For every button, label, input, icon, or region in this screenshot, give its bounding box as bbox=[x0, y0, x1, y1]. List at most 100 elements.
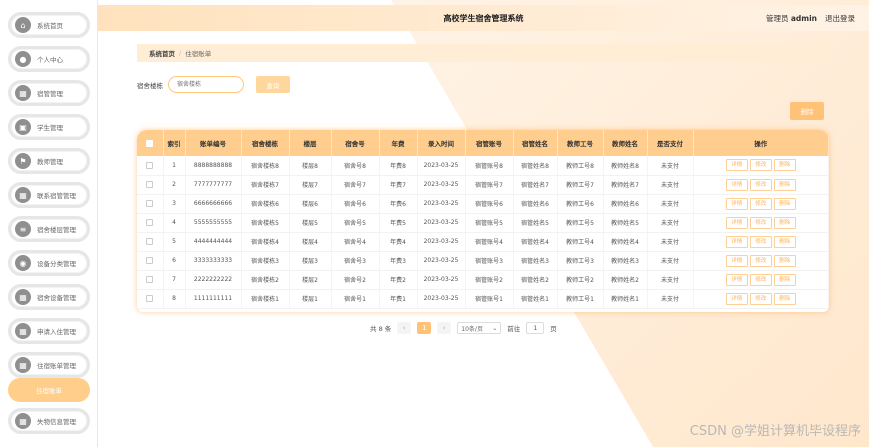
column-header: 账单编号 bbox=[185, 130, 242, 156]
goto-page-input[interactable]: 1 bbox=[526, 322, 545, 334]
edit-button[interactable]: 修改 bbox=[749, 292, 772, 305]
row-checkbox[interactable] bbox=[146, 257, 154, 264]
sidebar-item-9[interactable]: ▦ 申请入住管理 bbox=[8, 318, 90, 344]
row-select-cell[interactable] bbox=[137, 175, 164, 195]
row-select-cell[interactable] bbox=[137, 194, 164, 214]
logout-link[interactable]: 退出登录 bbox=[825, 13, 855, 24]
sidebar-item-12[interactable]: ▦ 失物信息管理 bbox=[8, 408, 90, 434]
row-checkbox[interactable] bbox=[146, 276, 154, 283]
row-checkbox[interactable] bbox=[146, 161, 154, 169]
select-all-cell[interactable] bbox=[137, 130, 164, 156]
delete-button[interactable]: 删除 bbox=[773, 178, 796, 191]
table-cell: 宿管姓名8 bbox=[513, 156, 558, 176]
table-cell: 5555555555 bbox=[185, 213, 242, 233]
sidebar-item-7[interactable]: ◉ 设备分类管理 bbox=[8, 250, 90, 276]
row-checkbox[interactable] bbox=[146, 219, 154, 226]
detail-button[interactable]: 详情 bbox=[725, 216, 748, 229]
column-header: 宿舍号 bbox=[331, 130, 380, 156]
query-button[interactable]: 查询 bbox=[256, 76, 290, 93]
breadcrumb-home[interactable]: 系统首页 bbox=[149, 48, 175, 58]
select-all-checkbox[interactable] bbox=[146, 139, 154, 147]
sidebar-item-0[interactable]: ⌂ 系统首页 bbox=[8, 12, 90, 38]
edit-button[interactable]: 修改 bbox=[749, 235, 772, 248]
table-cell: 宿管账号4 bbox=[465, 232, 514, 252]
edit-button[interactable]: 修改 bbox=[749, 216, 772, 229]
column-header: 宿管姓名 bbox=[513, 130, 558, 156]
table-row: 3 6666666666 宿舍楼栋6 楼层6 宿舍号6 年费6 2023-03-25 宿管账号… bbox=[137, 194, 829, 214]
edit-button[interactable]: 修改 bbox=[749, 273, 772, 286]
delete-button[interactable]: 删除 bbox=[773, 216, 796, 229]
detail-button[interactable]: 详情 bbox=[725, 235, 748, 248]
row-checkbox[interactable] bbox=[146, 200, 154, 207]
actions-cell: 详情 修改 删除 bbox=[693, 270, 829, 290]
edit-button[interactable]: 修改 bbox=[749, 178, 772, 191]
table-cell: 未支付 bbox=[647, 194, 694, 214]
delete-button[interactable]: 删除 bbox=[773, 197, 796, 210]
delete-button[interactable]: 删除 bbox=[773, 235, 796, 248]
row-checkbox[interactable] bbox=[146, 181, 154, 188]
app-title: 高校学生宿舍管理系统 bbox=[443, 13, 524, 23]
delete-button[interactable]: 删除 bbox=[773, 273, 796, 286]
edit-button[interactable]: 修改 bbox=[749, 254, 772, 267]
delete-button[interactable]: 删除 bbox=[773, 292, 796, 305]
breadcrumb: 系统首页 / 住宿账单 bbox=[137, 44, 829, 62]
sidebar-item-10[interactable]: ▦ 住宿账单管理 bbox=[8, 352, 90, 378]
row-select-cell[interactable] bbox=[137, 232, 164, 252]
sidebar-item-11[interactable]: 住宿账单 bbox=[8, 378, 90, 402]
edit-button[interactable]: 修改 bbox=[749, 159, 772, 172]
table-cell: 教师工号2 bbox=[557, 270, 604, 290]
row-select-cell[interactable] bbox=[137, 156, 164, 176]
delete-button[interactable]: 删除 bbox=[773, 254, 796, 267]
breadcrumb-separator: / bbox=[179, 49, 182, 57]
sidebar-item-1[interactable]: ● 个人中心 bbox=[8, 46, 90, 72]
table-cell: 未支付 bbox=[647, 232, 694, 252]
table-row: 5 4444444444 宿舍楼栋4 楼层4 宿舍号4 年费4 2023-03-25 宿管账号… bbox=[137, 232, 829, 252]
sidebar-item-5[interactable]: ▦ 联系宿管管理 bbox=[8, 182, 90, 208]
page-size-select[interactable]: 10条/页 ⌄ bbox=[457, 322, 502, 334]
batch-delete-button[interactable]: 删除 bbox=[790, 102, 824, 120]
actions-cell: 详情 修改 删除 bbox=[693, 251, 829, 271]
row-select-cell[interactable] bbox=[137, 213, 164, 233]
sidebar-item-8[interactable]: ▦ 宿舍设备管理 bbox=[8, 284, 90, 310]
search-input[interactable] bbox=[168, 76, 244, 93]
detail-button[interactable]: 详情 bbox=[725, 178, 748, 191]
row-select-cell[interactable] bbox=[137, 251, 164, 271]
delete-button[interactable]: 删除 bbox=[773, 159, 796, 172]
sidebar-item-6[interactable]: ≡ 宿舍楼层管理 bbox=[8, 216, 90, 242]
actions-cell: 详情 修改 删除 bbox=[693, 194, 829, 214]
goto-label: 前往 bbox=[507, 325, 521, 333]
detail-button[interactable]: 详情 bbox=[725, 273, 748, 286]
prev-page-button[interactable]: ‹ bbox=[397, 322, 412, 334]
next-page-button[interactable]: › bbox=[437, 322, 452, 334]
column-header: 年费 bbox=[379, 130, 418, 156]
row-select-cell[interactable] bbox=[137, 270, 164, 290]
table-cell: 未支付 bbox=[647, 175, 694, 195]
detail-button[interactable]: 详情 bbox=[725, 159, 748, 172]
table-cell: 3 bbox=[163, 194, 186, 214]
detail-button[interactable]: 详情 bbox=[725, 292, 748, 305]
table-cell: 教师工号5 bbox=[557, 213, 604, 233]
detail-button[interactable]: 详情 bbox=[725, 197, 748, 210]
row-checkbox[interactable] bbox=[146, 295, 154, 302]
table-cell: 2023-03-25 bbox=[417, 175, 466, 195]
table-cell: 6 bbox=[163, 251, 186, 271]
table-cell: 3333333333 bbox=[185, 251, 242, 271]
table-cell: 宿舍号3 bbox=[331, 251, 380, 271]
table-cell: 年费3 bbox=[379, 251, 418, 271]
column-header: 索引 bbox=[163, 130, 186, 156]
detail-button[interactable]: 详情 bbox=[725, 254, 748, 267]
sidebar-item-4[interactable]: ⚑ 教师管理 bbox=[8, 148, 90, 174]
home-icon: ⌂ bbox=[15, 17, 31, 33]
table-cell: 教师姓名6 bbox=[603, 194, 648, 214]
edit-button[interactable]: 修改 bbox=[749, 197, 772, 210]
user-role-label: 管理员 bbox=[765, 13, 789, 23]
sidebar-item-3[interactable]: ▣ 学生管理 bbox=[8, 114, 90, 140]
page-number-button[interactable]: 1 bbox=[417, 322, 432, 334]
table-cell: 教师工号4 bbox=[557, 232, 604, 252]
table-cell: 2023-03-25 bbox=[417, 194, 466, 214]
table-cell: 教师工号1 bbox=[557, 289, 604, 309]
table-cell: 楼层4 bbox=[289, 232, 332, 252]
sidebar-item-2[interactable]: ▦ 宿管管理 bbox=[8, 80, 90, 106]
row-select-cell[interactable] bbox=[137, 289, 164, 309]
row-checkbox[interactable] bbox=[146, 238, 154, 245]
